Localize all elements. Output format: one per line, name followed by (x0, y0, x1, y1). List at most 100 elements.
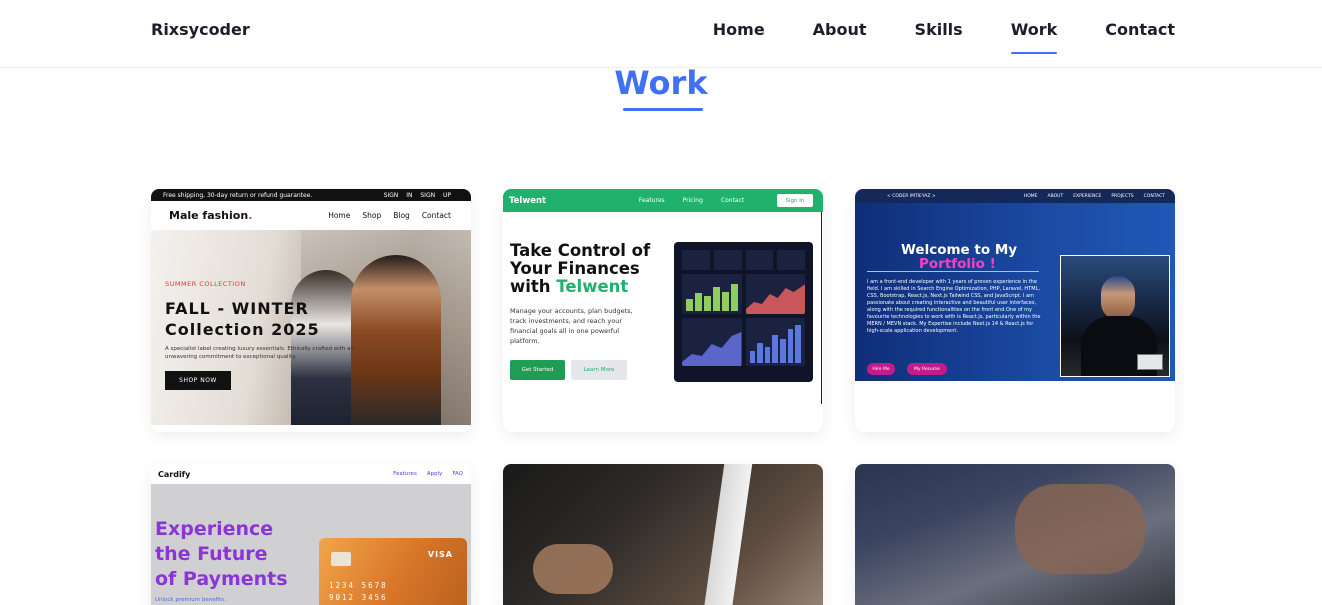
credit-card-graphic: VISA 1234 5678 9012 3456 (319, 538, 467, 605)
dash-area-chart-2 (682, 318, 742, 366)
telwent-nav-contact: Contact (720, 197, 745, 204)
cardify-hero: Experience the Future of Payments Unlock… (151, 484, 471, 605)
laptop-typing-photo (855, 464, 1175, 605)
dash-bar (757, 343, 763, 363)
cardify-nav-apply: Apply (426, 471, 443, 477)
fashion-nav-shop: Shop (362, 211, 382, 220)
portfolio-nav-home: HOME (1023, 193, 1038, 199)
dash-bar (686, 299, 693, 311)
dash-bars-blue (749, 323, 802, 363)
dash-bar (703, 296, 711, 311)
dash-bar (730, 284, 738, 311)
dash-row-stats (682, 250, 805, 270)
portfolio-profile-photo (1060, 255, 1170, 377)
profile-face (1101, 276, 1135, 320)
dash-bar (780, 339, 786, 363)
portfolio-divider (867, 271, 1039, 272)
portfolio-hero: Welcome to My Portfolio ! I am a front-e… (855, 203, 1175, 381)
telwent-logo: Telwent (509, 195, 547, 206)
nav-contact[interactable]: Contact (1105, 20, 1175, 54)
dash-bar (795, 325, 801, 363)
telwent-heading-prefix: with (510, 277, 551, 296)
portfolio-nav-contact: CONTACT (1143, 193, 1165, 199)
cardify-nav-features: Features (393, 471, 417, 477)
fashion-heading: FALL - WINTER Collection 2025 (165, 298, 320, 340)
cardify-navbar: Cardify Features Apply FAQ (151, 464, 471, 484)
telwent-navbar: Telwent Features Pricing Contact Sign In (503, 189, 823, 212)
project-card-telwent[interactable]: Telwent Features Pricing Contact Sign In… (503, 189, 823, 432)
fashion-topbar: Free shipping, 30-day return or refund g… (151, 189, 471, 201)
fashion-description: A specialist label creating luxury essen… (165, 346, 354, 360)
brand-logo[interactable]: Rixsycoder (151, 20, 250, 39)
section-title: Work (614, 64, 708, 102)
fashion-topbar-auth: SIGN IN SIGN UP (383, 191, 451, 199)
dash-bar (721, 291, 729, 311)
fashion-heading-line1: FALL - WINTER (165, 299, 309, 318)
portfolio-nav-links: HOME ABOUT EXPERIENCE PROJECTS CONTACT (1024, 194, 1165, 199)
dash-tile (777, 250, 805, 270)
portfolio-heading: Welcome to My Portfolio ! (901, 243, 1017, 271)
nav-about[interactable]: About (813, 20, 867, 54)
fashion-nav-links: Home Shop Blog Contact (328, 211, 451, 220)
cardify-nav-links: Features Apply FAQ (393, 471, 463, 477)
portfolio-logo: < CODER IMTIEYAZ > (887, 193, 936, 199)
hero-model-man (351, 255, 441, 425)
dash-tile (682, 250, 710, 270)
nav-skills[interactable]: Skills (915, 20, 963, 54)
fashion-navbar: Male fashion. Home Shop Blog Contact (151, 201, 471, 230)
project-card-male-fashion[interactable]: Free shipping, 30-day return or refund g… (151, 189, 471, 432)
cardify-heading-line1: Experience (155, 518, 274, 540)
dash-tile (745, 250, 774, 270)
project-card-laptop-photo[interactable] (855, 464, 1175, 605)
telwent-heading-line2: Your Finances (510, 259, 640, 278)
dash-bar (772, 335, 779, 363)
dash-tile (713, 250, 742, 270)
dash-bars-green (686, 281, 738, 311)
project-card-portfolio[interactable]: < CODER IMTIEYAZ > HOME ABOUT EXPERIENCE… (855, 189, 1175, 432)
fashion-nav-contact: Contact (421, 211, 451, 220)
fashion-nav-home: Home (328, 211, 351, 220)
dash-bar-chart-2 (745, 318, 805, 366)
fashion-nav-blog: Blog (393, 211, 410, 220)
telwent-heading-line1: Take Control of (510, 241, 651, 260)
telwent-heading-line3: with Telwent (510, 278, 685, 296)
fashion-heading-line2: Collection 2025 (165, 320, 320, 339)
site-header: Rixsycoder Home About Skills Work Contac… (0, 0, 1322, 68)
fashion-hero-image: SUMMER COLLECTION FALL - WINTER Collecti… (151, 230, 471, 425)
photo-monitor (701, 464, 753, 605)
dash-bar (787, 329, 794, 363)
telwent-hero: Take Control of Your Finances with Telwe… (503, 212, 822, 404)
telwent-heading: Take Control of Your Finances with Telwe… (510, 242, 685, 296)
nav-work[interactable]: Work (1010, 20, 1057, 54)
project-card-workspace-photo[interactable] (503, 464, 823, 605)
portfolio-nav-projects: PROJECTS (1111, 193, 1134, 199)
card-number-line2: 9012 3456 (329, 593, 388, 602)
project-card-cardify[interactable]: Cardify Features Apply FAQ Experience th… (151, 464, 471, 605)
cardify-heading-line2: the Future (155, 543, 268, 565)
title-underline (623, 108, 703, 111)
telwent-nav-links: Features Pricing Contact (639, 197, 744, 204)
fashion-subtitle: SUMMER COLLECTION (165, 280, 246, 288)
telwent-nav-pricing: Pricing (682, 197, 703, 204)
learn-more-button: Learn More (571, 360, 627, 380)
dash-area-chart (745, 274, 805, 314)
portfolio-navbar: < CODER IMTIEYAZ > HOME ABOUT EXPERIENCE… (855, 189, 1175, 203)
get-started-button: Get Started (510, 360, 565, 380)
cardify-heading: Experience the Future of Payments (155, 517, 288, 592)
portfolio-nav-about: ABOUT (1047, 193, 1064, 199)
main-nav: Home About Skills Work Contact (713, 20, 1175, 54)
dash-bar-chart (682, 274, 742, 314)
portfolio-heading-highlight: Portfolio ! (919, 256, 996, 272)
photo-hand (533, 544, 613, 594)
fashion-logo-dot: . (248, 209, 253, 222)
dash-row-charts (682, 274, 805, 314)
portfolio-nav-experience: EXPERIENCE (1073, 193, 1102, 199)
dash-row-bottom (682, 318, 805, 366)
shop-now-button: SHOP NOW (165, 371, 231, 390)
card-chip-icon (331, 552, 351, 566)
card-number: 1234 5678 9012 3456 (329, 580, 388, 604)
hire-me-button: Hire Me (867, 363, 895, 375)
nav-home[interactable]: Home (713, 20, 765, 54)
workspace-photo (503, 464, 823, 605)
telwent-heading-highlight: Telwent (556, 277, 629, 296)
